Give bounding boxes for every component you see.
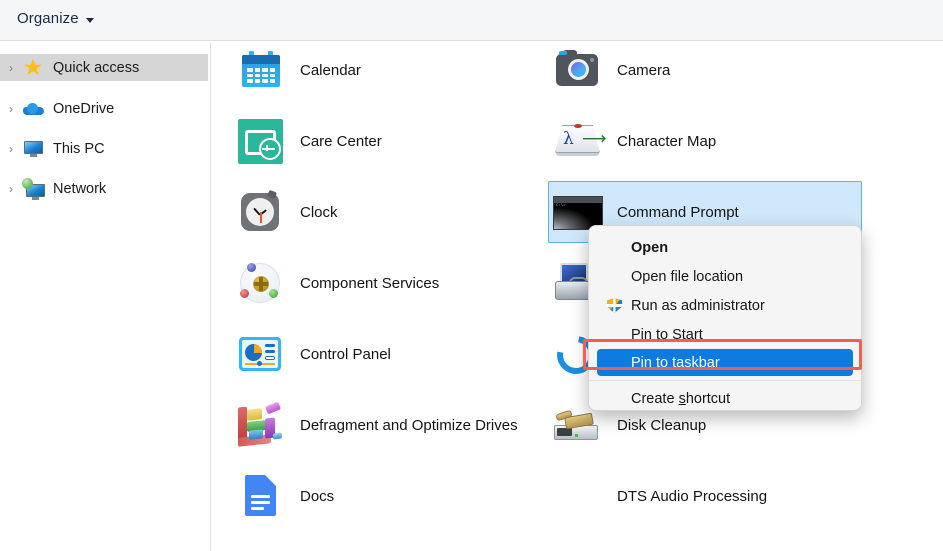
character-map-icon: λ⟶ — [549, 113, 605, 169]
no-icon — [549, 468, 605, 524]
menu-item-label: Pin to Start — [631, 327, 703, 343]
sidebar-item-label: Network — [53, 181, 106, 197]
menu-item-label: Pin to taskbar — [631, 355, 720, 371]
app-label: Docs — [300, 488, 334, 505]
context-menu: Open Open file location Run as administr… — [588, 225, 862, 411]
app-item-component-services[interactable]: Component Services — [232, 252, 532, 314]
menu-item-label: Open — [631, 240, 668, 256]
app-label: Command Prompt — [617, 204, 739, 221]
app-label: Clock — [300, 204, 338, 221]
file-explorer-window: Organize › Quick access › OneDrive › Thi… — [0, 0, 943, 551]
menu-item-create-shortcut[interactable]: Create shortcut — [589, 384, 861, 411]
menu-item-open[interactable]: Open — [589, 233, 861, 262]
clock-icon — [232, 184, 288, 240]
app-item-calendar[interactable]: Calendar — [232, 42, 532, 101]
app-item-defragment[interactable]: Defragment and Optimize Drives — [232, 394, 562, 456]
sidebar-item-label: Quick access — [53, 60, 139, 76]
care-center-icon — [232, 113, 288, 169]
control-panel-icon — [232, 326, 288, 382]
app-label: Character Map — [617, 133, 716, 150]
camera-icon — [549, 42, 605, 98]
menu-item-open-file-location[interactable]: Open file location — [589, 262, 861, 291]
app-label: Camera — [617, 62, 670, 79]
sidebar-item-network[interactable]: › Network — [0, 175, 208, 202]
app-item-care-center[interactable]: Care Center — [232, 110, 532, 172]
component-services-icon — [232, 255, 288, 311]
organize-label: Organize — [17, 10, 79, 27]
app-item-dts-audio-processing[interactable]: DTS Audio Processing — [549, 465, 849, 527]
sidebar-item-label: This PC — [53, 141, 105, 157]
expander-icon[interactable]: › — [0, 183, 22, 195]
menu-item-pin-to-start[interactable]: Pin to Start — [589, 320, 861, 349]
menu-item-label: Run as administrator — [631, 298, 765, 314]
calendar-icon — [232, 42, 288, 98]
navigation-pane: › Quick access › OneDrive › This PC › Ne… — [0, 42, 211, 551]
star-icon — [22, 57, 46, 79]
app-label: Disk Cleanup — [617, 417, 706, 434]
sidebar-item-label: OneDrive — [53, 101, 114, 117]
menu-item-label: Open file location — [631, 269, 743, 285]
menu-separator — [589, 380, 861, 381]
app-label: Care Center — [300, 133, 382, 150]
defragment-icon — [232, 397, 288, 453]
app-item-docs[interactable]: Docs — [232, 465, 532, 527]
chevron-down-icon — [86, 18, 94, 23]
app-label: Defragment and Optimize Drives — [300, 417, 518, 434]
app-label: Control Panel — [300, 346, 391, 363]
shield-icon — [607, 298, 622, 313]
app-label: Calendar — [300, 62, 361, 79]
sidebar-item-onedrive[interactable]: › OneDrive — [0, 95, 208, 122]
app-item-camera[interactable]: Camera — [549, 42, 849, 101]
app-label: Component Services — [300, 275, 439, 292]
docs-icon — [232, 468, 288, 524]
app-item-control-panel[interactable]: Control Panel — [232, 323, 532, 385]
cloud-icon — [22, 98, 46, 120]
network-icon — [22, 178, 46, 200]
menu-item-label: Create shortcut — [631, 391, 730, 407]
app-item-clock[interactable]: Clock — [232, 181, 532, 243]
toolbar: Organize — [0, 0, 943, 41]
app-label: DTS Audio Processing — [617, 488, 767, 505]
sidebar-item-quick-access[interactable]: › Quick access — [0, 54, 208, 81]
monitor-icon — [22, 138, 46, 160]
menu-item-pin-to-taskbar[interactable]: Pin to taskbar — [597, 349, 853, 376]
menu-item-run-as-administrator[interactable]: Run as administrator — [589, 291, 861, 320]
organize-button[interactable]: Organize — [17, 10, 94, 27]
expander-icon[interactable]: › — [0, 62, 22, 74]
expander-icon[interactable]: › — [0, 103, 22, 115]
sidebar-item-this-pc[interactable]: › This PC — [0, 135, 208, 162]
expander-icon[interactable]: › — [0, 143, 22, 155]
app-item-character-map[interactable]: λ⟶ Character Map — [549, 110, 849, 172]
